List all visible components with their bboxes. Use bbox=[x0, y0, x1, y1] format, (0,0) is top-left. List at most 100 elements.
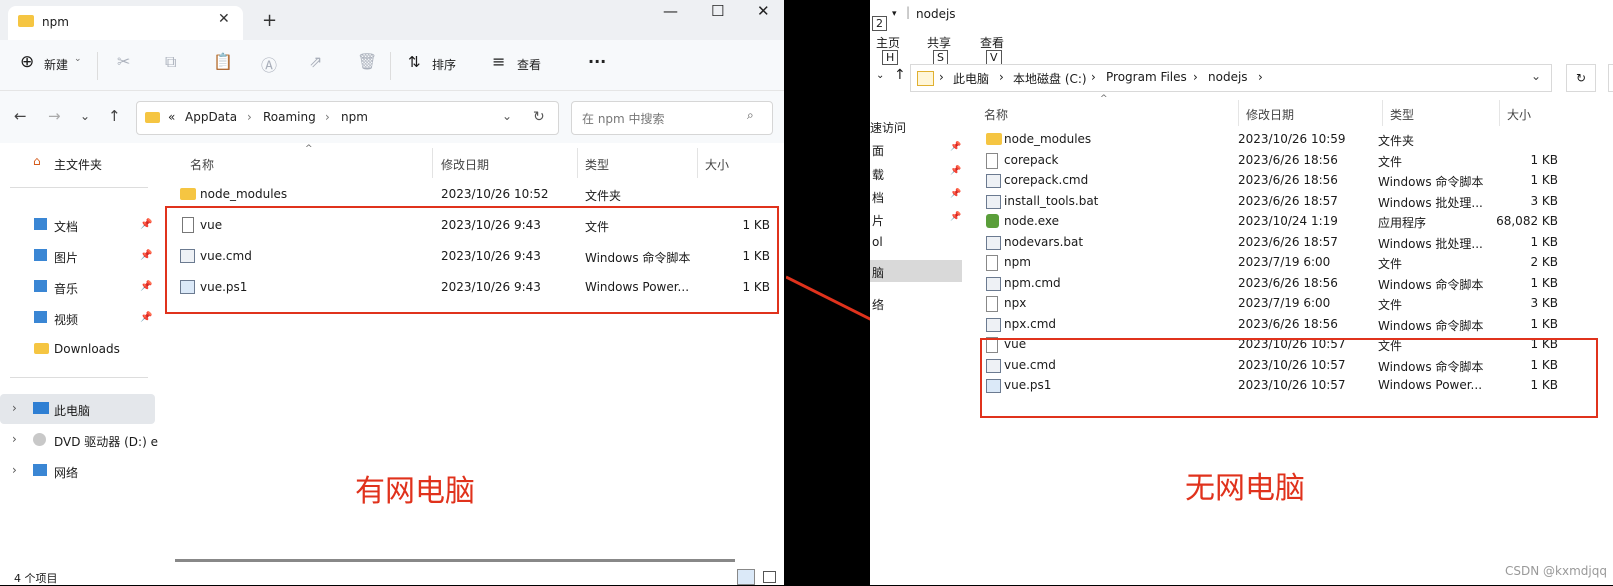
up-icon[interactable]: ↑ bbox=[108, 107, 121, 125]
breadcrumb-program-files[interactable]: Program Files bbox=[1106, 70, 1187, 84]
chevron-down-icon[interactable]: ▾ bbox=[892, 9, 897, 19]
column-divider[interactable] bbox=[1238, 100, 1239, 126]
pin-icon[interactable]: 📌 bbox=[950, 189, 961, 199]
view-button[interactable]: 查看 bbox=[517, 56, 541, 73]
address-bar[interactable]: « AppData › Roaming › npm ⌄ ↻ bbox=[136, 101, 559, 135]
forward-icon[interactable]: → bbox=[48, 107, 61, 125]
search-box[interactable]: 在 npm 中搜索 ⌕ bbox=[571, 101, 773, 135]
horizontal-scrollbar[interactable] bbox=[175, 559, 735, 562]
file-row[interactable]: corepack 2023/6/26 18:56 文件 1 KB bbox=[980, 150, 1600, 171]
column-divider[interactable] bbox=[1382, 100, 1383, 126]
sort-button[interactable]: 排序 bbox=[432, 56, 456, 73]
nav-quick-access[interactable]: 速访问 bbox=[870, 119, 906, 136]
nav-network[interactable]: › 网络 bbox=[0, 459, 155, 485]
new-button[interactable]: 新建 bbox=[44, 56, 68, 73]
breadcrumb-roaming[interactable]: Roaming bbox=[263, 110, 316, 124]
file-row[interactable]: install_tools.bat 2023/6/26 18:57 Windows … bbox=[980, 191, 1600, 212]
back-icon[interactable]: ← bbox=[14, 107, 27, 125]
close-window-icon[interactable]: ✕ bbox=[757, 2, 770, 20]
column-date[interactable]: 修改日期 bbox=[441, 156, 489, 173]
minimize-icon[interactable]: — bbox=[663, 2, 678, 20]
nav-documents[interactable]: 档 bbox=[872, 189, 884, 206]
breadcrumb-c-drive[interactable]: 本地磁盘 (C:) bbox=[1013, 70, 1087, 87]
column-type[interactable]: 类型 bbox=[585, 156, 609, 173]
column-date[interactable]: 修改日期 bbox=[1246, 106, 1294, 123]
pin-icon[interactable]: 📌 bbox=[140, 250, 152, 261]
file-row[interactable]: npx.cmd 2023/6/26 18:56 Windows 命令脚本 1 KB bbox=[980, 314, 1600, 335]
share-icon[interactable]: ⇗ bbox=[309, 52, 322, 71]
nav-network[interactable]: 络 bbox=[872, 296, 884, 313]
nav-home[interactable]: ⌂ 主文件夹 bbox=[0, 150, 155, 176]
ribbon-tab-share[interactable]: 共享 bbox=[927, 34, 951, 51]
pin-icon[interactable]: 📌 bbox=[950, 212, 961, 222]
breadcrumb-overflow[interactable]: « bbox=[168, 110, 175, 124]
details-view-icon[interactable] bbox=[737, 569, 755, 585]
rename-icon[interactable]: Ⓐ bbox=[261, 52, 277, 76]
copy-icon[interactable]: ⧉ bbox=[165, 52, 176, 72]
nav-dvd[interactable]: › DVD 驱动器 (D:) e bbox=[0, 428, 158, 454]
column-name[interactable]: 名称 bbox=[190, 156, 214, 173]
nav-this-pc[interactable]: 脑 bbox=[870, 260, 962, 282]
nav-desktop[interactable]: 面 bbox=[872, 142, 884, 159]
paste-icon[interactable]: 📋 bbox=[213, 52, 233, 71]
search-box[interactable] bbox=[1608, 64, 1613, 92]
more-button[interactable]: ··· bbox=[588, 52, 606, 71]
nav-documents[interactable]: 文档 📌 bbox=[0, 213, 155, 239]
address-dropdown-icon[interactable]: ⌄ bbox=[1531, 69, 1541, 83]
nav-this-pc[interactable]: › 此电脑 bbox=[0, 394, 155, 424]
column-divider[interactable] bbox=[577, 148, 578, 178]
file-row[interactable]: npm.cmd 2023/6/26 18:56 Windows 命令脚本 1 KB bbox=[980, 273, 1600, 294]
column-type[interactable]: 类型 bbox=[1390, 106, 1414, 123]
column-size[interactable]: 大小 bbox=[1507, 106, 1531, 123]
file-row[interactable]: nodevars.bat 2023/6/26 18:57 Windows 批处理..… bbox=[980, 232, 1600, 253]
column-divider[interactable] bbox=[697, 148, 698, 178]
maximize-icon[interactable]: ☐ bbox=[711, 2, 724, 20]
column-divider[interactable] bbox=[432, 148, 433, 178]
tiles-view-icon[interactable] bbox=[763, 571, 776, 583]
pin-icon[interactable]: 📌 bbox=[140, 281, 152, 292]
chevron-right-icon[interactable]: › bbox=[12, 401, 17, 415]
chevron-right-icon[interactable]: › bbox=[12, 463, 17, 477]
file-row[interactable]: node_modules 2023/10/26 10:59 文件夹 bbox=[980, 129, 1600, 150]
delete-icon[interactable]: 🗑 bbox=[357, 52, 377, 71]
file-row[interactable]: npm 2023/7/19 6:00 文件 2 KB bbox=[980, 252, 1600, 273]
pin-icon[interactable]: 📌 bbox=[950, 142, 961, 152]
new-tab-icon[interactable]: + bbox=[262, 10, 277, 31]
file-row[interactable]: npx 2023/7/19 6:00 文件 3 KB bbox=[980, 293, 1600, 314]
up-icon[interactable]: ↑ bbox=[894, 67, 906, 83]
nav-downloads[interactable]: 载 bbox=[872, 166, 884, 183]
breadcrumb-this-pc[interactable]: 此电脑 bbox=[953, 70, 989, 87]
search-icon[interactable]: ⌕ bbox=[747, 108, 754, 123]
refresh-button[interactable]: ↻ bbox=[1566, 64, 1596, 92]
column-name[interactable]: 名称 bbox=[984, 106, 1008, 123]
chevron-right-icon[interactable]: › bbox=[12, 432, 17, 446]
tab-npm[interactable]: npm ✕ bbox=[8, 6, 243, 40]
breadcrumb-appdata[interactable]: AppData bbox=[185, 110, 237, 124]
file-row[interactable]: node.exe 2023/10/24 1:19 应用程序 68,082 KB bbox=[980, 211, 1600, 232]
file-row[interactable]: corepack.cmd 2023/6/26 18:56 Windows 命令脚本 1… bbox=[980, 170, 1600, 191]
cut-icon[interactable]: ✂ bbox=[117, 52, 130, 71]
ribbon-tab-view[interactable]: 查看 bbox=[980, 34, 1004, 51]
address-dropdown-icon[interactable]: ⌄ bbox=[502, 109, 512, 123]
refresh-icon[interactable]: ↻ bbox=[533, 109, 545, 125]
recent-chevron-icon[interactable]: ⌄ bbox=[876, 70, 884, 81]
breadcrumb-nodejs[interactable]: nodejs bbox=[1208, 70, 1248, 84]
close-tab-icon[interactable]: ✕ bbox=[218, 11, 230, 27]
divider bbox=[97, 52, 98, 80]
pin-icon[interactable]: 📌 bbox=[140, 219, 152, 230]
pin-icon[interactable]: 📌 bbox=[950, 166, 961, 176]
nav-pictures[interactable]: 图片 📌 bbox=[0, 244, 155, 270]
nav-folder-ol[interactable]: ol bbox=[872, 235, 883, 249]
column-divider[interactable] bbox=[1499, 100, 1500, 126]
nav-videos[interactable]: 视频 📌 bbox=[0, 306, 155, 332]
breadcrumb-npm[interactable]: npm bbox=[341, 110, 368, 124]
pin-icon[interactable]: 📌 bbox=[140, 312, 152, 323]
nav-pictures[interactable]: 片 bbox=[872, 212, 884, 229]
column-size[interactable]: 大小 bbox=[705, 156, 729, 173]
nav-downloads[interactable]: Downloads bbox=[0, 337, 155, 363]
address-bar[interactable]: › 此电脑 › 本地磁盘 (C:) › Program Files › node… bbox=[910, 64, 1552, 92]
nav-music[interactable]: 音乐 📌 bbox=[0, 275, 155, 301]
ribbon-tab-home[interactable]: 主页 bbox=[876, 34, 900, 51]
recent-chevron-icon[interactable]: ⌄ bbox=[80, 109, 90, 123]
search-input[interactable]: 在 npm 中搜索 bbox=[582, 110, 665, 127]
